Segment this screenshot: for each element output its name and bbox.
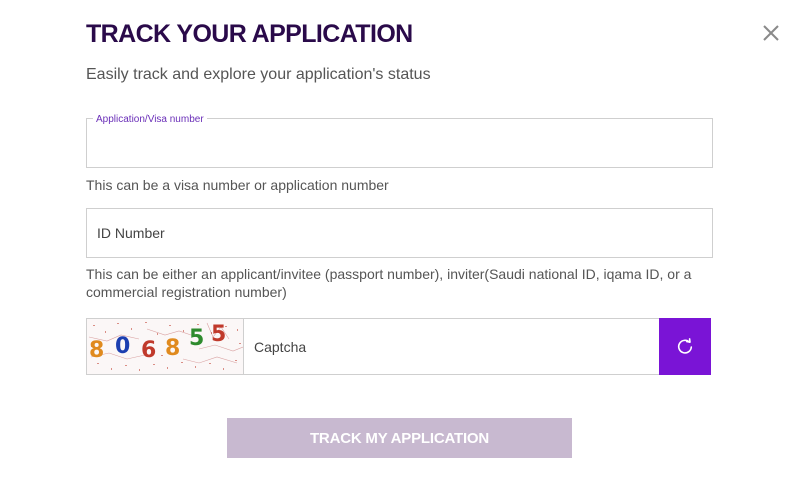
application-number-hint: This can be a visa number or application… xyxy=(86,177,389,193)
captcha-glyph: 5 xyxy=(211,322,226,347)
track-application-button[interactable]: TRACK MY APPLICATION xyxy=(227,418,572,458)
id-number-input[interactable] xyxy=(87,209,712,257)
application-number-field[interactable]: Application/Visa number xyxy=(86,114,713,168)
id-number-hint: This can be either an applicant/invitee … xyxy=(86,266,692,300)
id-number-field[interactable] xyxy=(86,208,713,258)
dialog-subtitle: Easily track and explore your applicatio… xyxy=(86,66,431,83)
close-button[interactable] xyxy=(760,22,782,44)
captcha-row: 8 0 6 8 5 5 xyxy=(86,318,711,375)
captcha-glyph: 5 xyxy=(189,326,204,351)
application-number-label: Application/Visa number xyxy=(93,114,207,125)
refresh-icon xyxy=(677,337,693,354)
close-icon xyxy=(763,25,779,41)
refresh-captcha-button[interactable] xyxy=(659,318,711,375)
application-number-input[interactable] xyxy=(87,119,712,167)
captcha-glyph: 8 xyxy=(165,336,180,361)
captcha-glyph: 6 xyxy=(141,338,156,363)
dialog-title: TRACK YOUR APPLICATION xyxy=(86,20,413,48)
captcha-glyph: 0 xyxy=(115,334,130,359)
captcha-image: 8 0 6 8 5 5 xyxy=(87,319,244,374)
captcha-input[interactable] xyxy=(244,319,659,374)
captcha-glyph: 8 xyxy=(89,338,104,363)
